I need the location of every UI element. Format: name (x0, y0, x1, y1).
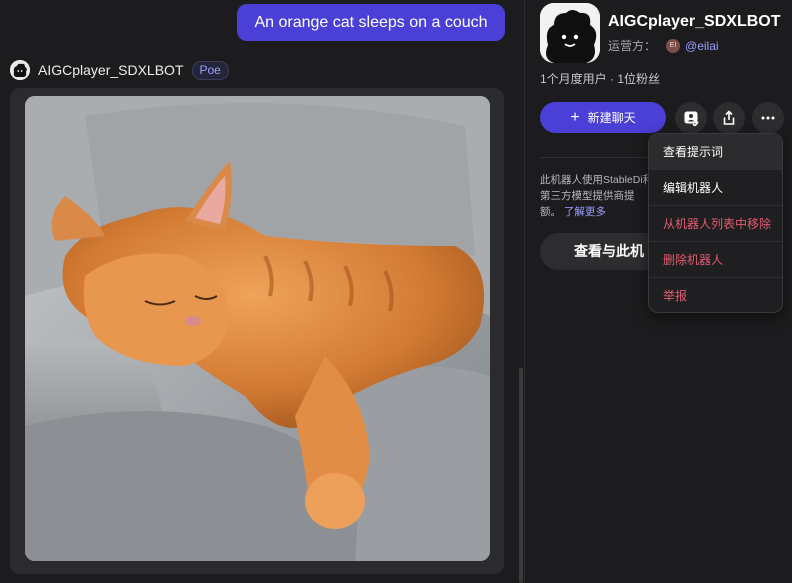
bot-operator: 运营方： EI @eilai (608, 37, 719, 54)
more-button[interactable] (752, 102, 784, 134)
bot-stats: 1个月度用户 · 1位粉丝 (540, 72, 661, 86)
menu-item-view-prompt[interactable]: 查看提示词 (649, 134, 782, 170)
chat-scrollbar[interactable] (519, 368, 523, 583)
menu-item-delete-bot[interactable]: 删除机器人 (649, 242, 782, 278)
plus-icon: + (570, 108, 580, 126)
bot-profile-icon (684, 111, 699, 126)
new-chat-label: 新建聊天 (587, 111, 636, 125)
more-options-menu: 查看提示词 编辑机器人 从机器人列表中移除 删除机器人 举报 (648, 133, 783, 313)
bot-profile-button[interactable] (675, 102, 707, 134)
learn-more-link[interactable]: 了解更多 (564, 206, 606, 218)
user-message-bubble: An orange cat sleeps on a couch (237, 4, 505, 41)
poe-badge: Poe (191, 60, 229, 80)
share-button[interactable] (713, 102, 745, 134)
bot-face-icon (10, 60, 30, 80)
menu-item-remove-from-list[interactable]: 从机器人列表中移除 (649, 206, 782, 242)
chat-panel: An orange cat sleeps on a couch AIGCplay… (0, 0, 518, 583)
bot-title: AIGCplayer_SDXLBOT (608, 13, 781, 30)
new-chat-button[interactable]: + 新建聊天 (540, 102, 666, 133)
generated-image[interactable] (25, 96, 490, 561)
bot-avatar-large (540, 3, 600, 63)
menu-item-edit-bot[interactable]: 编辑机器人 (649, 170, 782, 206)
operator-link[interactable]: @eilai (685, 39, 719, 53)
bot-face-icon (540, 3, 600, 63)
operator-avatar: EI (666, 38, 681, 53)
bot-image-message (10, 88, 504, 574)
bot-description: 此机器人使用StableDi和第三方模型提供商提额。 了解更多 (540, 172, 655, 222)
bot-avatar-small[interactable] (10, 60, 30, 80)
menu-item-report[interactable]: 举报 (649, 278, 782, 314)
bot-message-header: AIGCplayer_SDXLBOT Poe (10, 59, 229, 81)
bot-name[interactable]: AIGCplayer_SDXLBOT (38, 62, 184, 78)
sleeping-cat-image (25, 96, 490, 561)
operator-label: 运营方： (608, 39, 657, 53)
share-icon (723, 110, 735, 125)
more-icon (761, 116, 775, 120)
